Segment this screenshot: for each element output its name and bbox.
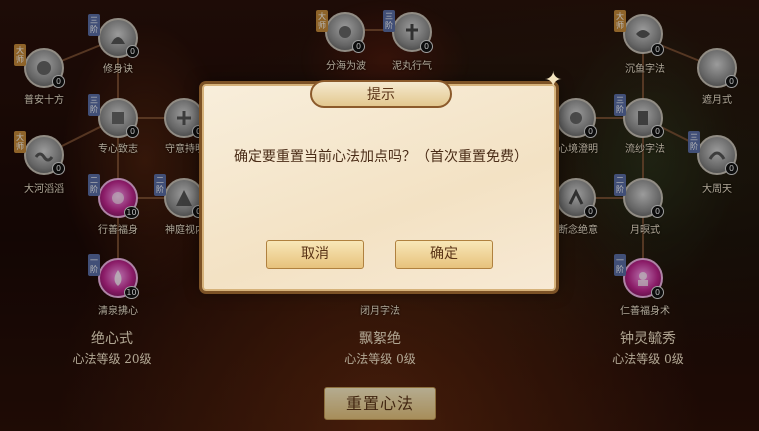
talent-tree-screen: 三阶 0 修身诀 大师 0 普安十方 三阶 0 专心致志 0 守意持明 大师 0… [0, 0, 759, 431]
sparkle-icon: ✦ [544, 68, 563, 93]
confirm-dialog: 提示 确定要重置当前心法加点吗？（首次重置免费） 取消 确定 [202, 80, 556, 291]
confirm-button[interactable]: 确定 [395, 240, 493, 269]
dialog-title: 提示 [310, 80, 452, 108]
cancel-button[interactable]: 取消 [266, 240, 364, 269]
dialog-message: 确定要重置当前心法加点吗？（首次重置免费） [234, 149, 528, 165]
